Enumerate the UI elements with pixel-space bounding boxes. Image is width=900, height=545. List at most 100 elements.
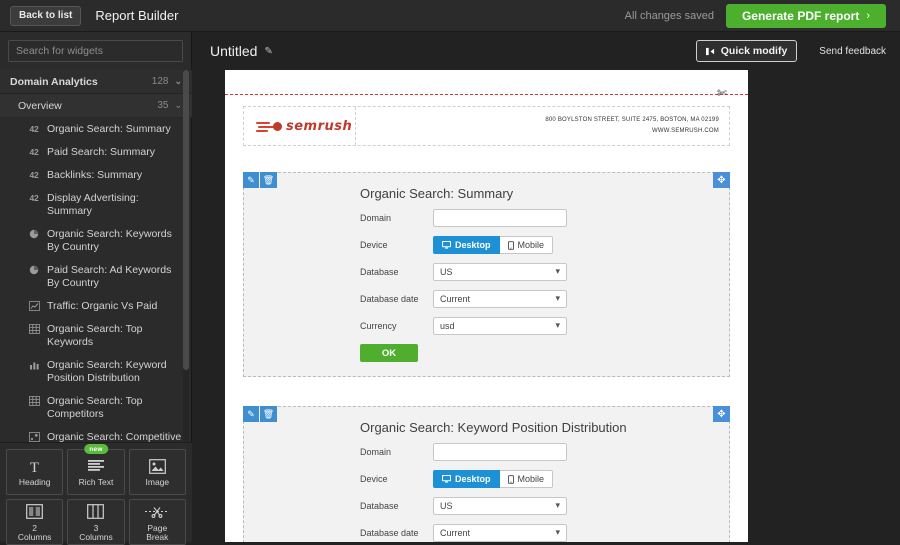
sidebar-scrollbar-thumb[interactable]	[183, 70, 189, 370]
number-42-icon: 42	[29, 147, 39, 157]
chevron-down-icon: ⌄	[174, 76, 182, 86]
device-option-desktop[interactable]: Desktop	[433, 470, 500, 488]
field-input-domain[interactable]	[433, 443, 567, 461]
sidebar-subgroup-overview[interactable]: Overview 35 ⌄	[0, 94, 192, 118]
palette-tile-label: 3 Columns	[79, 522, 113, 542]
report-canvas[interactable]: ✄ semrush 800 BOYLSTON STREET, SUITE 247…	[225, 70, 748, 542]
pie-chart-icon	[26, 229, 42, 239]
quick-modify-button[interactable]: Quick modify	[695, 40, 798, 62]
new-badge: new	[84, 444, 108, 454]
sidebar-widget-label: Traffic: Organic Vs Paid	[47, 300, 158, 312]
sidebar-widget-item[interactable]: 42 Paid Search: Summary	[0, 141, 192, 164]
palette-tile-label: Rich Text	[78, 477, 114, 488]
palette-tile-3-columns[interactable]: 3 Columns	[67, 499, 125, 545]
widget-toolbar: ✎ 🗑	[243, 172, 277, 188]
sidebar-widget-item[interactable]: Paid Search: Ad Keywords By Country	[0, 259, 192, 295]
letterhead-block[interactable]: semrush 800 BOYLSTON STREET, SUITE 2475,…	[243, 106, 730, 146]
form-row: Database US ▾	[244, 497, 729, 515]
palette-tile-2-columns[interactable]: 2 Columns	[6, 499, 64, 545]
sidebar-widget-item[interactable]: 42 Display Advertising: Summary	[0, 187, 192, 223]
search-widgets-container	[0, 32, 191, 68]
device-option-desktop[interactable]: Desktop	[433, 236, 500, 254]
chevron-down-icon: ▾	[555, 527, 560, 537]
device-toggle-group[interactable]: Desktop Mobile	[433, 236, 554, 254]
palette-tile-label: Page Break	[146, 522, 169, 542]
widget-delete-button[interactable]: 🗑	[260, 406, 277, 422]
generate-pdf-report-button[interactable]: Generate PDF report ›	[725, 3, 886, 28]
widget-title: Organic Search: Keyword Position Distrib…	[360, 420, 627, 435]
sidebar-widget-item[interactable]: Organic Search: Top Keywords	[0, 318, 192, 354]
search-input[interactable]	[8, 40, 183, 62]
form-row: Database date Current ▾	[244, 524, 729, 542]
widget-drag-handle[interactable]: ✥	[713, 406, 730, 422]
palette-tile-label: Heading	[18, 477, 51, 488]
scissors-icon: ✄	[717, 86, 728, 100]
widget-edit-button[interactable]: ✎	[243, 406, 260, 422]
field-input-domain[interactable]	[433, 209, 567, 227]
sidebar-widget-item[interactable]: 42 Backlinks: Summary	[0, 164, 192, 187]
brand-name: semrush	[286, 118, 353, 134]
field-select-database-date[interactable]: Current ▾	[433, 524, 567, 542]
field-select-database-date[interactable]: Current ▾	[433, 290, 567, 308]
sidebar-widget-item[interactable]: Organic Search: Top Competitors	[0, 390, 192, 426]
device-option-mobile[interactable]: Mobile	[499, 236, 554, 254]
field-select-database[interactable]: US ▾	[433, 263, 567, 281]
number-42-icon: 42	[29, 170, 39, 180]
widget-list[interactable]: Domain Analytics 128 ⌄ Overview 35 ⌄ 42 O…	[0, 70, 192, 474]
subgroup-label: Overview	[18, 99, 62, 112]
device-toggle-group[interactable]: Desktop Mobile	[433, 470, 554, 488]
address-line-1: 800 BOYLSTON STREET, SUITE 2475, BOSTON,…	[545, 117, 719, 123]
line-chart-icon	[26, 301, 42, 311]
field-select-database[interactable]: US ▾	[433, 497, 567, 515]
sidebar-widget-label: Organic Search: Keyword Position Distrib…	[47, 359, 167, 384]
letterhead-address: 800 BOYLSTON STREET, SUITE 2475, BOSTON,…	[356, 115, 729, 137]
mobile-icon	[507, 240, 514, 250]
device-option-label: Mobile	[517, 240, 545, 250]
field-label: Device	[360, 240, 388, 250]
device-option-label: Desktop	[455, 240, 491, 250]
widget-edit-button[interactable]: ✎	[243, 172, 260, 188]
app-title: Report Builder	[95, 8, 179, 23]
field-label: Database date	[360, 528, 419, 538]
device-option-mobile[interactable]: Mobile	[499, 470, 554, 488]
report-widget-block[interactable]: ✎ 🗑 ✥ Organic Search: Summary Domain Device De…	[243, 172, 730, 377]
widget-title: Organic Search: Summary	[360, 186, 514, 201]
element-palette: T Heading new Rich Text Image 2 Columns 3 Column…	[0, 442, 192, 545]
quick-modify-icon	[705, 47, 715, 56]
report-widget-block[interactable]: ✎ 🗑 ✥ Organic Search: Keyword Position Dist…	[243, 406, 730, 542]
palette-tile-image[interactable]: Image	[128, 449, 186, 495]
form-row: Device Desktop Mobile	[244, 236, 729, 254]
sidebar: Domain Analytics 128 ⌄ Overview 35 ⌄ 42 O…	[0, 32, 192, 545]
field-select-currency[interactable]: usd ▾	[433, 317, 567, 335]
chevron-down-icon: ▾	[555, 266, 560, 276]
sidebar-widget-item[interactable]: Organic Search: Keywords By Country	[0, 223, 192, 259]
form-row: Device Desktop Mobile	[244, 470, 729, 488]
save-status-text: All changes saved	[624, 9, 714, 22]
sidebar-group-domain-analytics[interactable]: Domain Analytics 128 ⌄	[0, 70, 192, 94]
sidebar-widget-label: Organic Search: Keywords By Country	[47, 228, 172, 253]
chevron-down-icon: ⌄	[174, 100, 182, 110]
widget-drag-handle[interactable]: ✥	[713, 172, 730, 188]
generate-pdf-label: Generate PDF report	[741, 8, 860, 23]
sidebar-widget-label: Organic Search: Summary	[47, 123, 171, 135]
palette-tile-heading[interactable]: T Heading	[6, 449, 64, 495]
widget-delete-button[interactable]: 🗑	[260, 172, 277, 188]
submit-row: OK	[244, 344, 729, 376]
select-value: US	[440, 267, 453, 277]
field-label: Domain	[360, 213, 392, 223]
back-to-list-button[interactable]: Back to list	[10, 5, 82, 26]
select-value: US	[440, 501, 453, 511]
quick-modify-label: Quick modify	[720, 45, 788, 57]
sidebar-widget-item[interactable]: 42 Organic Search: Summary	[0, 118, 192, 141]
palette-tile-rich-text[interactable]: new Rich Text	[67, 444, 125, 495]
group-label: Domain Analytics	[10, 75, 98, 88]
sidebar-widget-label: Paid Search: Ad Keywords By Country	[47, 264, 172, 289]
sidebar-widget-item[interactable]: Traffic: Organic Vs Paid	[0, 295, 192, 318]
palette-tile-page-break[interactable]: Page Break	[128, 499, 186, 545]
send-feedback-link[interactable]: Send feedback	[819, 46, 886, 57]
page-break-icon	[145, 502, 170, 522]
widget-ok-button[interactable]: OK	[360, 344, 418, 362]
sidebar-widget-item[interactable]: Organic Search: Keyword Position Distrib…	[0, 354, 192, 390]
pencil-icon[interactable]: ✎	[264, 46, 272, 57]
select-value: usd	[440, 321, 455, 331]
